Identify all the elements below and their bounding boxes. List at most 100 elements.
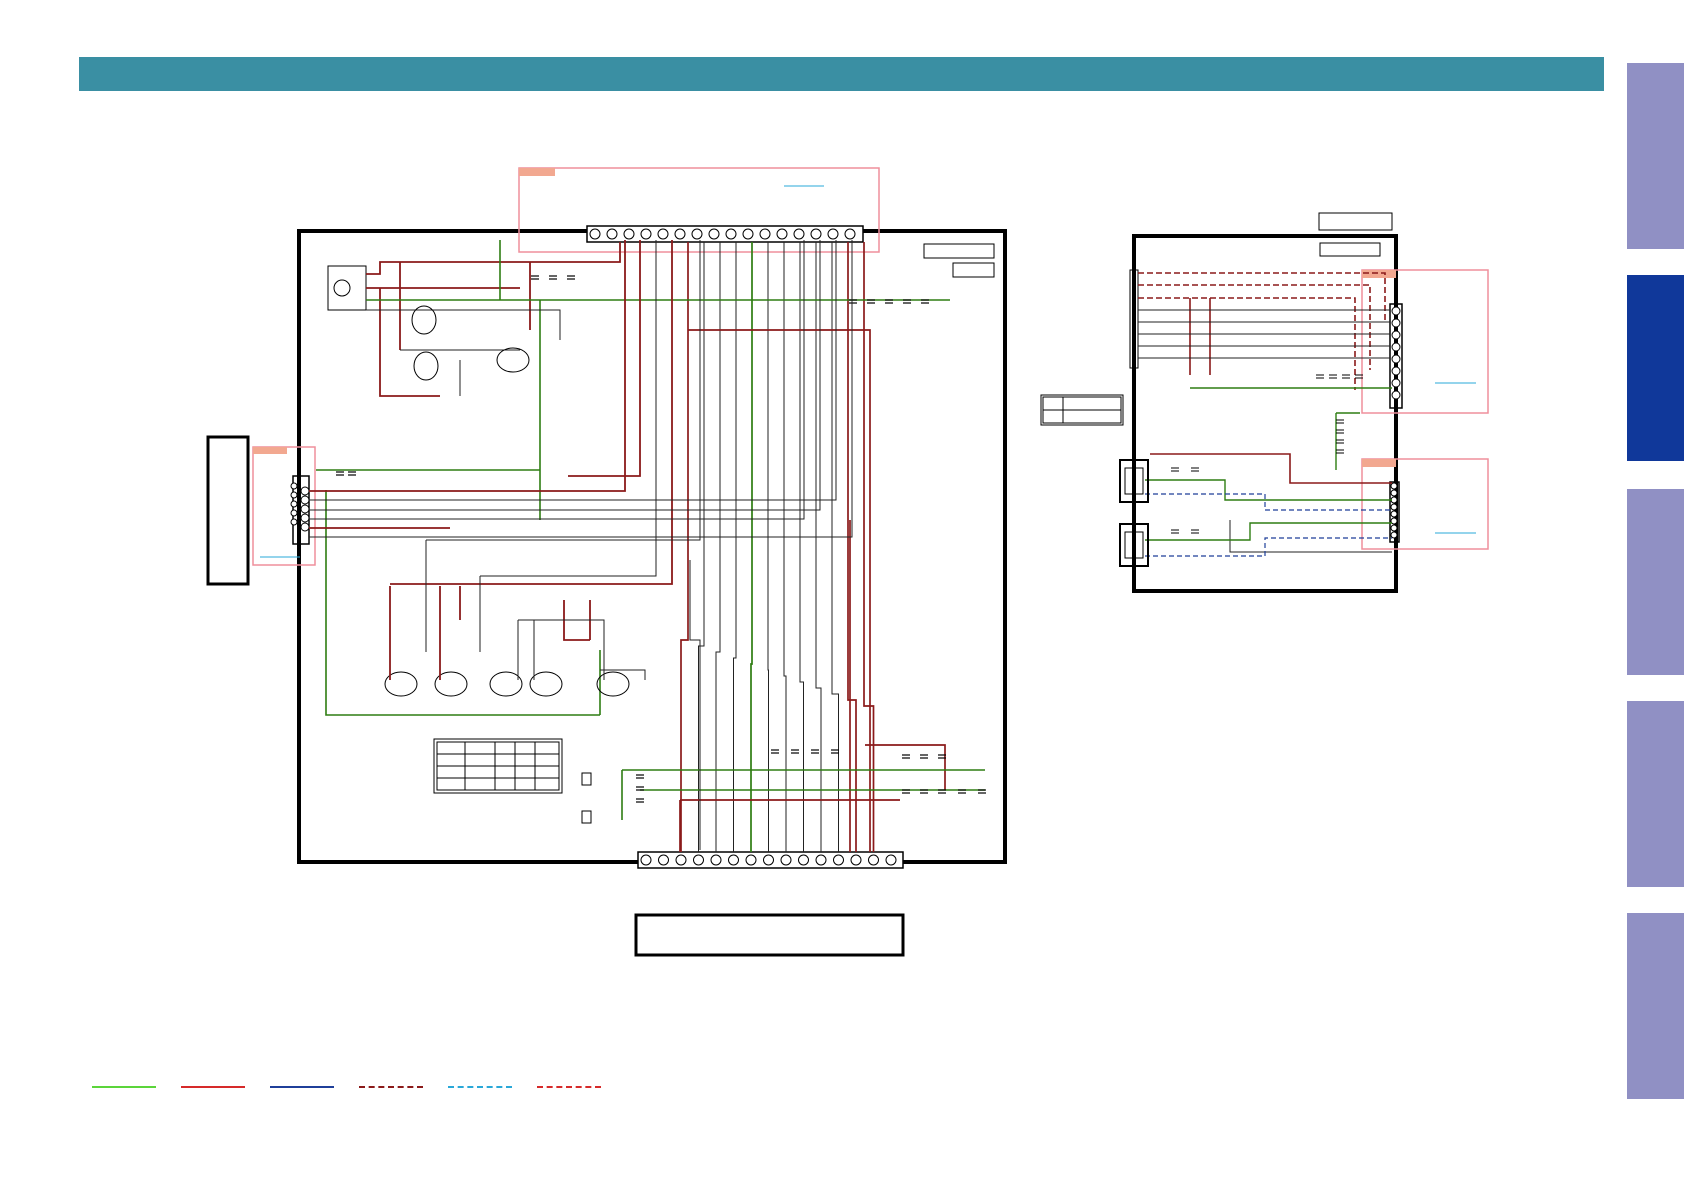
- connector-pin-icon: [300, 486, 310, 496]
- connector-pin-icon: [728, 854, 739, 866]
- connector-pin-icon: [793, 228, 805, 240]
- connector-pin-icon: [868, 854, 879, 866]
- bus-line: [679, 799, 900, 852]
- bottom-label-box: [634, 913, 905, 957]
- legend-line-3: [270, 1086, 334, 1088]
- connector-pin-icon: [1390, 524, 1398, 532]
- bus-line: [698, 242, 705, 852]
- connector-pin-icon: [300, 504, 310, 514]
- sub-callout-lower: [1361, 458, 1489, 550]
- connector-pin-icon: [776, 228, 788, 240]
- top-callout-tab: [519, 168, 555, 176]
- sub-board: [1119, 212, 1489, 593]
- connector-pin-icon: [810, 228, 822, 240]
- left-external-box: [206, 435, 250, 586]
- connector-pin-icon: [300, 495, 310, 505]
- key-table: [1040, 394, 1124, 426]
- main-board: [206, 167, 1007, 957]
- transistor-icon: [496, 347, 530, 373]
- connector-pin-icon: [1391, 330, 1401, 340]
- transistor-icon: [413, 351, 439, 381]
- legend-line-2: [181, 1086, 245, 1088]
- bus-line: [733, 242, 737, 852]
- connector-pin-icon: [290, 509, 298, 517]
- bus-line: [865, 744, 946, 790]
- transistor-group-upper: [411, 305, 530, 381]
- bus-line: [783, 242, 787, 852]
- connector-pin-icon: [658, 854, 669, 866]
- connector-pin-icon: [833, 854, 844, 866]
- schematic-diagram: [206, 167, 1489, 957]
- connector-pin-icon: [763, 854, 774, 866]
- connector-pin-icon: [606, 228, 618, 240]
- connector-pin-icon: [1390, 510, 1398, 518]
- connector-pin-icon: [290, 500, 298, 508]
- connector-pin-icon: [691, 228, 703, 240]
- sub-label-box-2: [1319, 242, 1381, 257]
- test-point-icon: [581, 810, 592, 824]
- connector-pin-icon: [759, 228, 771, 240]
- capacitor-row-bottom: [636, 749, 986, 803]
- test-point-icon: [581, 772, 592, 786]
- connector-pin-icon: [589, 228, 601, 240]
- spec-table: [433, 738, 563, 794]
- connector-pin-icon: [300, 522, 310, 532]
- transistor-icon: [596, 671, 630, 697]
- bus-line: [863, 242, 875, 852]
- connector-pin-icon: [290, 491, 298, 499]
- sub-callout-upper-tab: [1362, 270, 1396, 278]
- connector-pin-icon: [640, 854, 652, 866]
- bus-line: [799, 242, 804, 852]
- connector-pin-icon: [1391, 390, 1401, 400]
- connector-pin-icon: [290, 518, 298, 526]
- connector-pin-icon: [1390, 482, 1398, 490]
- transistor-icon: [489, 671, 523, 697]
- board-label-box-2: [952, 262, 995, 278]
- connector-pin-icon: [1391, 318, 1401, 328]
- connector-pin-icon: [850, 854, 862, 866]
- bus-line: [831, 242, 839, 852]
- sensor-icon: [333, 279, 351, 297]
- left-callout-tab: [253, 447, 287, 454]
- connector-pin-icon: [657, 228, 669, 240]
- bus-line: [767, 242, 769, 852]
- connector-pin-icon: [815, 854, 827, 866]
- bus-line: [688, 329, 871, 852]
- connector-pin-icon: [675, 854, 687, 866]
- bus-lines: [679, 242, 946, 852]
- connector-pin-icon: [623, 228, 635, 240]
- connector-pin-icon: [693, 854, 704, 866]
- connector-pin-icon: [674, 228, 686, 240]
- connector-pin-icon: [780, 854, 792, 866]
- connector-pin-icon: [798, 854, 809, 866]
- legend-line-5: [448, 1086, 512, 1088]
- bottom-connector-pins: [640, 854, 897, 866]
- connector-pin-icon: [1391, 342, 1401, 352]
- connector-pin-icon: [742, 228, 754, 240]
- connector-pin-icon: [885, 854, 897, 866]
- connector-pin-icon: [1391, 354, 1401, 364]
- bus-line: [715, 242, 721, 852]
- bus-line: [680, 242, 689, 852]
- transistor-bank-lower: [384, 671, 630, 697]
- connector-pin-icon: [1391, 378, 1401, 388]
- sub-callout-lower-tab: [1362, 459, 1396, 467]
- connector-pin-icon: [708, 228, 720, 240]
- connector-pin-icon: [725, 228, 737, 240]
- connector-pin-icon: [1390, 489, 1398, 497]
- connector-pin-icon: [844, 228, 856, 240]
- connector-pin-icon: [1391, 366, 1401, 376]
- legend-line-4: [359, 1086, 423, 1088]
- connector-pin-icon: [827, 228, 839, 240]
- connector-pin-icon: [300, 513, 310, 523]
- connector-pin-icon: [745, 854, 757, 866]
- sub-callout-upper: [1361, 269, 1489, 414]
- connector-pin-icon: [640, 228, 652, 240]
- connector-pin-icon: [290, 482, 298, 490]
- bus-line: [750, 242, 753, 852]
- connector-pin-icon: [710, 854, 722, 866]
- legend-line-6: [537, 1086, 601, 1088]
- connector-pin-icon: [1390, 531, 1398, 539]
- legend-line-1: [92, 1086, 156, 1088]
- connector-pin-icon: [1391, 306, 1401, 316]
